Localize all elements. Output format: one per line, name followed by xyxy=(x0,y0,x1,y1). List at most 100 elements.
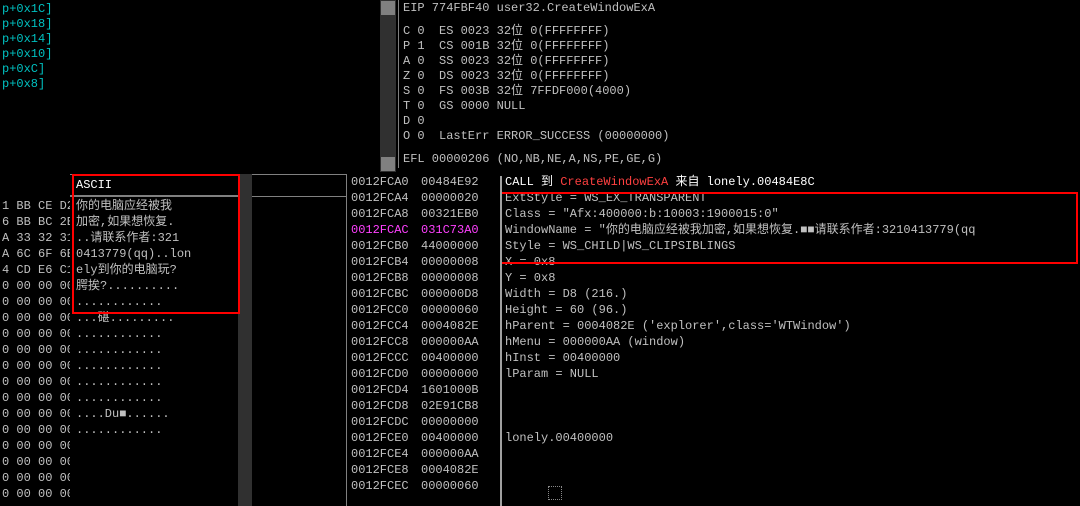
hex-row: 0 00 00 00 xyxy=(0,278,70,294)
stack-row[interactable]: 0012FCE4000000AA xyxy=(347,446,1080,462)
stack-val: 0004082E xyxy=(421,318,505,334)
stack-row[interactable]: 0012FCE80004082E xyxy=(347,462,1080,478)
stack-desc: hParent = 0004082E ('explorer',class='WT… xyxy=(505,318,1080,334)
stack-addr: 0012FCCC xyxy=(347,350,421,366)
hex-dump-pane[interactable]: 1 BB CE D26 BB BC 2EA 33 32 31A 6C 6F 6E… xyxy=(0,174,70,506)
stack-desc: X = 0x8 xyxy=(505,254,1080,270)
stack-desc xyxy=(505,382,1080,398)
reg-line: S 0 FS 003B 32位 7FFDF000(4000) xyxy=(403,84,1076,99)
stack-row[interactable]: 0012FCD802E91CB8 xyxy=(347,398,1080,414)
stack-pane[interactable]: 0012FCA000484E92CALL 到 CreateWindowExA 来… xyxy=(346,174,1080,506)
registers-pane: EIP 774FBF40 user32.CreateWindowExA C 0 … xyxy=(398,0,1080,168)
stack-val: 00400000 xyxy=(421,430,505,446)
stack-val: 031C73A0 xyxy=(421,222,505,238)
offset-item: p+0x14] xyxy=(2,32,66,47)
hex-row: 0 00 00 00 xyxy=(0,438,70,454)
reg-line: A 0 SS 0023 32位 0(FFFFFFFF) xyxy=(403,54,1076,69)
stack-desc: lonely.00400000 xyxy=(505,430,1080,446)
stack-addr: 0012FCE0 xyxy=(347,430,421,446)
stack-val: 00000000 xyxy=(421,366,505,382)
stack-val: 00000020 xyxy=(421,190,505,206)
stack-row[interactable]: 0012FCCC00400000hInst = 00400000 xyxy=(347,350,1080,366)
stack-addr: 0012FCC4 xyxy=(347,318,421,334)
stack-val: 00484E92 xyxy=(421,174,505,190)
ascii-row: ............ xyxy=(76,294,232,310)
scrollbar-vertical[interactable] xyxy=(238,174,252,506)
stack-desc: Class = "Afx:400000:b:10003:1900015:0" xyxy=(505,206,1080,222)
ascii-row: ............ xyxy=(76,422,232,438)
stack-desc: Width = D8 (216.) xyxy=(505,286,1080,302)
stack-addr: 0012FCD8 xyxy=(347,398,421,414)
reg-line: T 0 GS 0000 NULL xyxy=(403,99,1076,114)
stack-desc xyxy=(505,478,1080,494)
hex-row: 6 BB BC 2E xyxy=(0,214,70,230)
stack-addr: 0012FCB4 xyxy=(347,254,421,270)
ascii-row: ............ xyxy=(76,374,232,390)
stack-row[interactable]: 0012FCC8000000AAhMenu = 000000AA (window… xyxy=(347,334,1080,350)
offset-list: p+0x1C] p+0x18] p+0x14] p+0x10] p+0xC] p… xyxy=(0,0,68,94)
stack-row[interactable]: 0012FCA800321EB0Class = "Afx:400000:b:10… xyxy=(347,206,1080,222)
stack-row[interactable]: 0012FCB800000008Y = 0x8 xyxy=(347,270,1080,286)
stack-desc xyxy=(505,398,1080,414)
stack-val: 000000AA xyxy=(421,446,505,462)
bottom-panes: 1 BB CE D26 BB BC 2EA 33 32 31A 6C 6F 6E… xyxy=(0,174,1080,506)
ascii-row: ..请联系作者:321 xyxy=(76,230,232,246)
reg-line: O 0 LastErr ERROR_SUCCESS (00000000) xyxy=(403,129,1076,144)
ascii-row: 你的电脑应经被我 xyxy=(76,198,232,214)
stack-desc xyxy=(505,462,1080,478)
ascii-row: 0413779(qq)..lon xyxy=(76,246,232,262)
stack-row[interactable]: 0012FCC40004082EhParent = 0004082E ('exp… xyxy=(347,318,1080,334)
stack-desc xyxy=(505,446,1080,462)
stack-addr: 0012FCE4 xyxy=(347,446,421,462)
stack-val: 00000008 xyxy=(421,254,505,270)
stack-row[interactable]: 0012FCD000000000lParam = NULL xyxy=(347,366,1080,382)
ascii-row: ....Du■...... xyxy=(76,406,232,422)
stack-desc: CALL 到 CreateWindowExA 来自 lonely.00484E8… xyxy=(505,174,1080,190)
scrollbar-vertical[interactable] xyxy=(380,0,396,172)
stack-desc: lParam = NULL xyxy=(505,366,1080,382)
stack-row[interactable]: 0012FCA000484E92CALL 到 CreateWindowExA 来… xyxy=(347,174,1080,190)
stack-row[interactable]: 0012FCB044000000Style = WS_CHILD|WS_CLIP… xyxy=(347,238,1080,254)
divider xyxy=(500,176,502,506)
offset-item: p+0x18] xyxy=(2,17,66,32)
stack-row[interactable]: 0012FCAC031C73A0WindowName = "你的电脑应经被我加密… xyxy=(347,222,1080,238)
stack-row[interactable]: 0012FCBC000000D8Width = D8 (216.) xyxy=(347,286,1080,302)
stack-val: 00000008 xyxy=(421,270,505,286)
stack-addr: 0012FCB8 xyxy=(347,270,421,286)
stack-row[interactable]: 0012FCB400000008X = 0x8 xyxy=(347,254,1080,270)
stack-addr: 0012FCDC xyxy=(347,414,421,430)
ascii-row: ...碪......... xyxy=(76,310,232,326)
hex-row: A 6C 6F 6E xyxy=(0,246,70,262)
stack-row[interactable]: 0012FCA400000020ExtStyle = WS_EX_TRANSPA… xyxy=(347,190,1080,206)
stack-addr: 0012FCC8 xyxy=(347,334,421,350)
hex-row: 0 00 00 00 xyxy=(0,390,70,406)
stack-addr: 0012FCA8 xyxy=(347,206,421,222)
stack-val: 44000000 xyxy=(421,238,505,254)
ascii-pane[interactable]: ASCII 你的电脑应经被我加密,如果想恢复...请联系作者:321041377… xyxy=(70,174,238,506)
stack-addr: 0012FCE8 xyxy=(347,462,421,478)
offset-item: p+0x10] xyxy=(2,47,66,62)
stack-val: 00000060 xyxy=(421,478,505,494)
ascii-row: ............ xyxy=(76,390,232,406)
ascii-row: ely到你的电脑玩? xyxy=(76,262,232,278)
ascii-header: ASCII xyxy=(70,174,238,196)
stack-addr: 0012FCC0 xyxy=(347,302,421,318)
stack-addr: 0012FCD4 xyxy=(347,382,421,398)
stack-desc: hInst = 00400000 xyxy=(505,350,1080,366)
stack-addr: 0012FCB0 xyxy=(347,238,421,254)
stack-addr: 0012FCA4 xyxy=(347,190,421,206)
stack-row[interactable]: 0012FCD41601000B xyxy=(347,382,1080,398)
hex-row: 0 00 00 00 xyxy=(0,470,70,486)
eip-line: EIP 774FBF40 user32.CreateWindowExA xyxy=(403,1,1076,16)
stack-row[interactable]: 0012FCEC00000060 xyxy=(347,478,1080,494)
stack-desc: Style = WS_CHILD|WS_CLIPSIBLINGS xyxy=(505,238,1080,254)
stack-row[interactable]: 0012FCDC00000000 xyxy=(347,414,1080,430)
stack-row[interactable]: 0012FCE000400000lonely.00400000 xyxy=(347,430,1080,446)
hex-row: A 33 32 31 xyxy=(0,230,70,246)
hex-row: 4 CD E6 C1 xyxy=(0,262,70,278)
hex-row: 1 BB CE D2 xyxy=(0,198,70,214)
stack-val: 00000000 xyxy=(421,414,505,430)
stack-addr: 0012FCEC xyxy=(347,478,421,494)
stack-row[interactable]: 0012FCC000000060Height = 60 (96.) xyxy=(347,302,1080,318)
text-cursor-icon xyxy=(548,486,562,500)
